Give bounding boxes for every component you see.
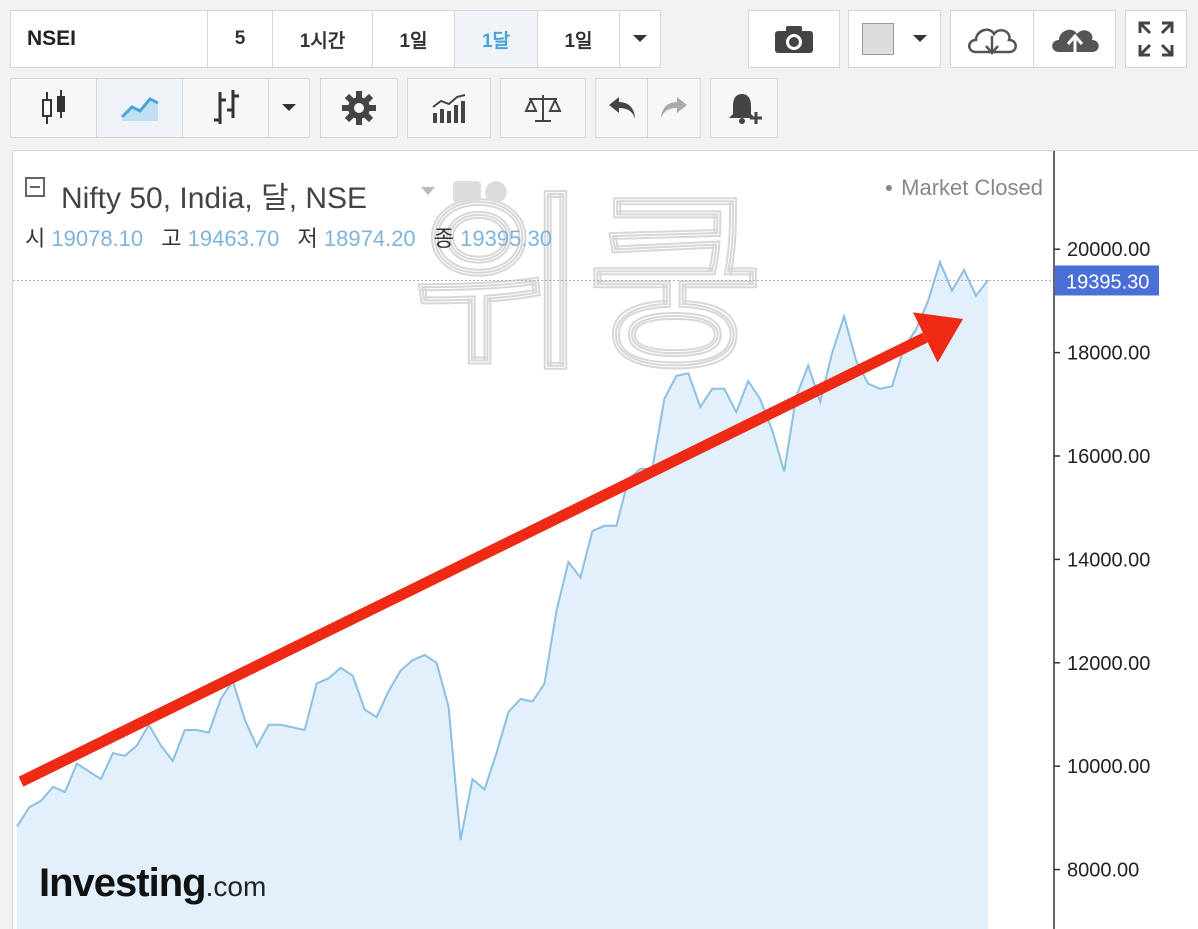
camera-icon [773,24,815,54]
interval-dropdown-button[interactable] [619,10,661,68]
close-label: 종 [434,226,454,251]
last-price-label: 19395.30 [1066,271,1149,293]
symbol-input[interactable]: NSEI [10,10,208,68]
chevron-down-icon [912,34,928,44]
indicators-icon [429,91,469,125]
collapse-icon[interactable] [25,177,45,197]
alert-add-icon [726,90,762,126]
redo-icon [659,95,689,121]
cloud-upload-icon [1047,22,1103,56]
chart-type-dropdown-button[interactable] [268,78,310,138]
ohlc-readout: 시 19078.10 고 19463.70 저 18974.20 종 19395… [25,221,564,253]
interval-1d-button[interactable]: 1일 [372,10,455,68]
series-area [17,262,988,929]
fullscreen-icon [1136,19,1176,59]
compare-button[interactable] [500,78,586,138]
interval-1mo-button[interactable]: 1달 [454,10,538,68]
chart-title: Nifty 50, India, 달, NSE [61,173,367,217]
line-chart-button[interactable] [96,78,183,138]
cloud-upload-button[interactable] [1033,10,1116,68]
y-tick-label: 20000.00 [1067,239,1150,261]
settings-icon [341,90,377,126]
color-picker-button[interactable] [848,10,941,68]
y-tick-label: 10000.00 [1067,756,1150,778]
redo-button[interactable] [647,78,701,138]
indicators-button[interactable] [407,78,491,138]
cloud-download-icon [964,22,1020,56]
title-dropdown-icon[interactable] [421,187,435,195]
undo-button[interactable] [595,78,648,138]
bar-chart-button[interactable] [182,78,269,138]
bar-chart-icon [211,88,241,128]
series-settings-icon[interactable] [485,181,507,203]
y-tick-label: 12000.00 [1067,653,1150,675]
low-label: 저 [298,226,318,251]
chevron-down-icon [632,34,648,44]
fullscreen-button[interactable] [1125,10,1187,68]
candlestick-button[interactable] [10,78,97,138]
investing-logo: Investing.com [39,861,266,906]
color-swatch-icon [862,23,894,55]
interval-5m-button[interactable]: 5 [207,10,273,68]
logo-suffix: .com [206,871,267,902]
y-tick-label: 8000.00 [1067,860,1139,882]
interval-other-button[interactable]: 1일 [537,10,620,68]
y-tick-label: 18000.00 [1067,343,1150,365]
open-value: 19078.10 [51,226,143,251]
y-tick-label: 16000.00 [1067,446,1150,468]
line-chart-icon [120,93,160,123]
low-value: 18974.20 [324,226,416,251]
logo-main: Investing [39,861,206,905]
market-status: Market Closed [885,175,1043,201]
candlestick-icon [39,88,69,128]
y-tick-label: 14000.00 [1067,549,1150,571]
screenshot-button[interactable] [748,10,840,68]
add-alert-button[interactable] [710,78,778,138]
open-label: 시 [25,226,45,251]
high-value: 19463.70 [188,226,280,251]
settings-button[interactable] [320,78,398,138]
undo-icon [607,95,637,121]
cloud-download-button[interactable] [950,10,1034,68]
eye-icon[interactable] [453,181,481,203]
chevron-down-icon [281,103,297,113]
chart-svg: 20000.00 18000.00 16000.00 14000.00 12000.00… [13,151,1198,929]
high-label: 고 [161,226,181,251]
close-value: 19395.30 [460,226,552,251]
compare-icon [523,91,563,125]
chart-panel[interactable]: 위쿵 20000.0018000.0016000.0014000.0012000… [12,150,1198,929]
interval-1h-button[interactable]: 1시간 [272,10,373,68]
